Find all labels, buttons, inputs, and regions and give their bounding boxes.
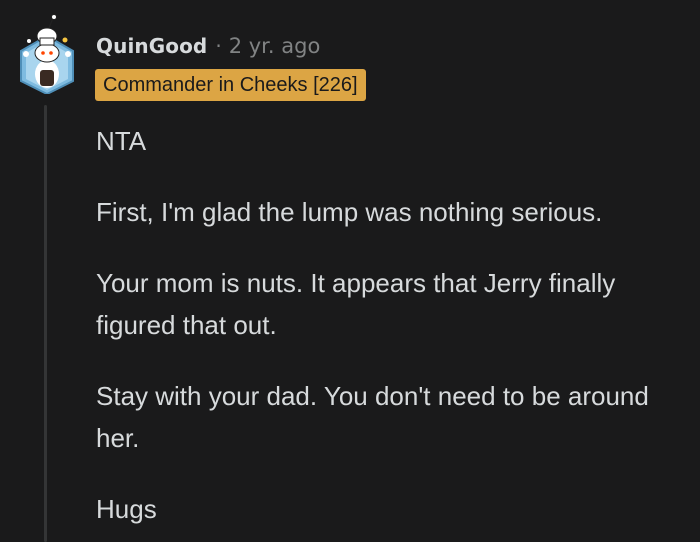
comment-meta: QuinGood · 2 yr. ago [96,31,320,61]
comment-paragraph: Your mom is nuts. It appears that Jerry … [96,268,616,340]
user-avatar[interactable] [18,14,76,96]
comment-paragraph: First, I'm glad the lump was nothing ser… [96,197,603,227]
comment-paragraph: Hugs [96,494,157,524]
comment-timestamp[interactable]: 2 yr. ago [229,34,321,58]
comment-paragraph: NTA [96,126,147,156]
snoo-chef-avatar-icon [20,14,74,96]
user-flair: Commander in Cheeks [226] [95,69,366,101]
comment-paragraph: Stay with your dad. You don't need to be… [96,381,649,453]
author-name[interactable]: QuinGood [96,34,207,58]
comment: QuinGood · 2 yr. ago Commander in Cheeks… [0,0,700,542]
meta-separator: · [215,34,222,58]
comment-body: NTA First, I'm glad the lump was nothing… [96,120,686,542]
thread-collapse-line[interactable] [44,105,47,542]
